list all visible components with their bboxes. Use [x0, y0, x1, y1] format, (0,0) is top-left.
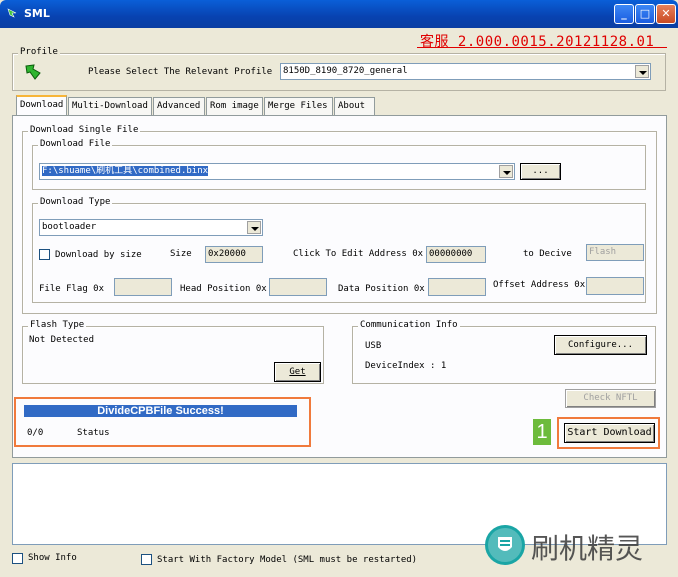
- communication-group-label: Communication Info: [358, 320, 460, 330]
- device-index-label: DeviceIndex : 1: [365, 361, 447, 371]
- edit-address-label: Click To Edit Address 0x: [293, 249, 424, 259]
- tab-multi-download[interactable]: Multi-Download: [68, 97, 152, 115]
- watermark-text: 刷机精灵: [531, 532, 644, 565]
- data-position-field[interactable]: [428, 278, 486, 296]
- tab-advanced[interactable]: Advanced: [153, 97, 205, 115]
- status-label: Status: [77, 428, 110, 438]
- offset-address-field[interactable]: [586, 277, 644, 295]
- download-by-size-label: Download by size: [55, 250, 142, 260]
- title-bar[interactable]: [0, 0, 678, 28]
- file-flag-field[interactable]: [114, 278, 172, 296]
- download-by-size-checkbox[interactable]: [39, 249, 50, 260]
- profile-select[interactable]: 8150D_8190_8720_general: [280, 63, 651, 80]
- size-label: Size: [170, 249, 192, 259]
- profile-icon: [24, 63, 42, 84]
- size-field[interactable]: 0x20000: [205, 246, 263, 263]
- show-info-label: Show Info: [28, 553, 77, 563]
- version-label: 客服 2.000.0015.20121128.01: [420, 34, 655, 50]
- flash-type-value: Not Detected: [29, 335, 95, 345]
- tab-download[interactable]: Download: [16, 95, 67, 116]
- check-nftl-button[interactable]: Check NFTL: [565, 389, 656, 408]
- tab-merge-files[interactable]: Merge Files: [264, 97, 333, 115]
- flash-type-group-label: Flash Type: [28, 320, 87, 330]
- maximize-button[interactable]: □: [635, 4, 655, 24]
- factory-model-label: Start With Factory Model (SML must be re…: [157, 555, 418, 565]
- profile-prompt: Please Select The Relevant Profile: [88, 67, 273, 77]
- start-download-button[interactable]: Start Download: [564, 423, 655, 443]
- single-file-group-label: Download Single File: [28, 125, 141, 135]
- watermark-logo-icon: [485, 525, 525, 565]
- to-device-label: to Decive: [523, 249, 572, 259]
- edit-address-field[interactable]: 00000000: [426, 246, 486, 263]
- download-file-group-label: Download File: [38, 139, 113, 149]
- download-type-group-label: Download Type: [38, 197, 113, 207]
- window-title: SML: [24, 7, 50, 20]
- download-type-value: bootloader: [42, 222, 97, 232]
- file-flag-label: File Flag 0x: [39, 284, 105, 294]
- get-button-label: Get: [289, 367, 306, 377]
- show-info-checkbox[interactable]: [12, 553, 23, 564]
- step-marker: 1: [533, 419, 551, 445]
- chevron-down-icon[interactable]: [635, 65, 649, 78]
- data-position-label: Data Position 0x: [338, 284, 425, 294]
- progress-text: DivideCPBFile Success!: [97, 405, 224, 417]
- offset-address-label: Offset Address 0x: [493, 280, 586, 290]
- chevron-down-icon[interactable]: [499, 165, 513, 178]
- version-underline: [417, 47, 667, 48]
- file-path-combo[interactable]: F:\shuame\刷机工具\combined.binx: [39, 163, 515, 180]
- profile-group-label: Profile: [18, 47, 60, 57]
- file-path-value: F:\shuame\刷机工具\combined.binx: [42, 166, 209, 176]
- app-icon: [7, 8, 17, 18]
- to-device-field[interactable]: Flash: [586, 244, 644, 261]
- chevron-down-icon[interactable]: [247, 221, 261, 234]
- head-position-label: Head Position 0x: [180, 284, 267, 294]
- progress-count: 0/0: [27, 428, 44, 438]
- tab-about[interactable]: About: [334, 97, 375, 115]
- progress-bar: DivideCPBFile Success!: [24, 405, 297, 417]
- get-button[interactable]: Get: [274, 362, 321, 382]
- profile-selected-value: 8150D_8190_8720_general: [283, 66, 408, 76]
- tab-rom-image[interactable]: Rom image: [206, 97, 263, 115]
- minimize-button[interactable]: _: [614, 4, 634, 24]
- close-button[interactable]: ✕: [656, 4, 676, 24]
- usb-label: USB: [365, 341, 382, 351]
- head-position-field[interactable]: [269, 278, 327, 296]
- download-type-select[interactable]: bootloader: [39, 219, 263, 236]
- configure-button[interactable]: Configure...: [554, 335, 647, 355]
- factory-model-checkbox[interactable]: [141, 554, 152, 565]
- browse-button[interactable]: ...: [520, 163, 561, 180]
